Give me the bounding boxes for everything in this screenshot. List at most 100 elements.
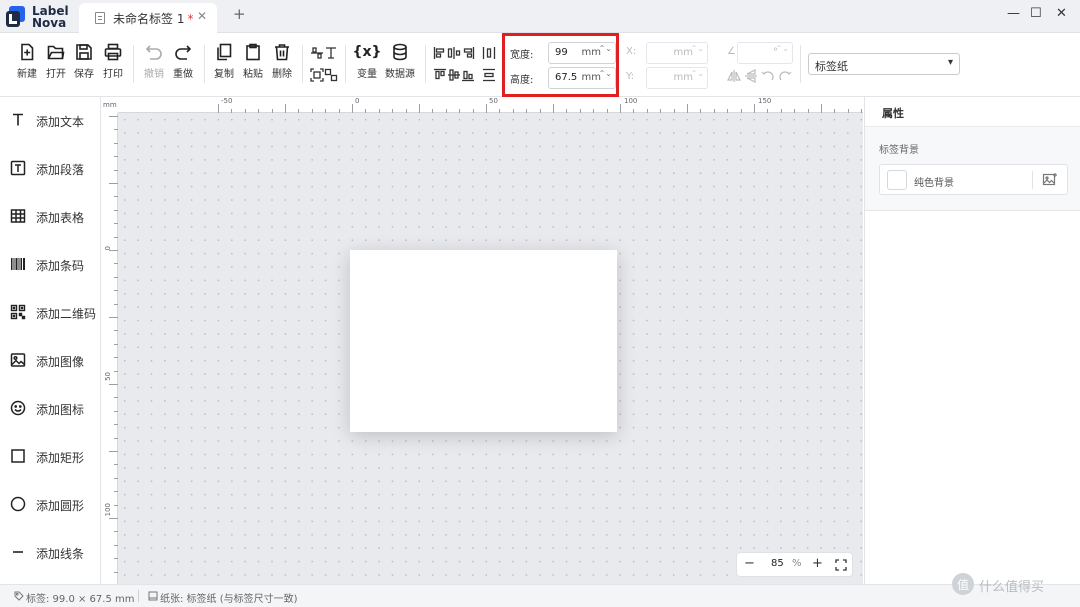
height-value: 67.5 <box>555 72 578 83</box>
variable-icon: {x} <box>352 44 382 60</box>
width-input[interactable]: 99 mm ⌃⌄ <box>548 42 616 64</box>
sidebar-item-label: 添加段落 <box>36 163 85 177</box>
sidebar-item-label: 添加二维码 <box>36 307 97 321</box>
background-field[interactable]: 纯色背景 <box>879 164 1068 195</box>
ungroup-icon[interactable] <box>324 68 338 82</box>
line-icon <box>13 551 23 553</box>
align-top-icon[interactable] <box>433 68 447 82</box>
redo-button[interactable]: 重做 <box>167 43 199 93</box>
sidebar-item-add-table[interactable]: 添加表格 <box>10 205 100 227</box>
redo-icon <box>175 45 192 60</box>
sidebar-item-label: 添加图像 <box>36 355 85 369</box>
distribute-h-icon[interactable] <box>482 46 496 60</box>
save-button[interactable]: 保存 <box>68 43 100 93</box>
toolbar-divider <box>302 45 303 83</box>
watermark: 什么值得买 <box>952 573 1080 597</box>
distribute-v-icon[interactable] <box>482 68 496 82</box>
rotate-right-icon[interactable] <box>778 69 792 83</box>
align-center-h-icon[interactable] <box>447 46 461 60</box>
chevron-down-icon: ▾ <box>947 57 953 68</box>
align-left-icon[interactable] <box>433 46 447 60</box>
ruler-tick <box>740 109 742 113</box>
ruler-tick <box>114 343 118 345</box>
ruler-tick <box>526 109 528 113</box>
print-button[interactable]: 打印 <box>97 43 129 93</box>
sidebar-item-add-text[interactable]: 添加文本 <box>10 109 100 131</box>
variable-button[interactable]: {x} 变量 <box>351 43 383 93</box>
height-spinner-icon[interactable]: ⌃⌄ <box>599 70 612 78</box>
align-text-icon[interactable] <box>324 46 338 60</box>
delete-button[interactable]: 删除 <box>266 43 298 93</box>
angle-field-row: ∠ ° ⌃⌄ <box>727 42 797 64</box>
horizontal-ruler: -50 0 50 100 150 <box>118 97 863 113</box>
align-middle-icon[interactable] <box>447 68 461 82</box>
sidebar-item-add-image[interactable]: 添加图像 <box>10 349 100 371</box>
sidebar-item-add-circle[interactable]: 添加圆形 <box>10 493 100 515</box>
zoom-out-button[interactable]: − <box>744 556 755 571</box>
angle-spinner-icon[interactable]: ⌃⌄ <box>776 45 789 53</box>
flip-vertical-icon[interactable] <box>744 69 758 83</box>
undo-button[interactable]: 撤销 <box>138 43 170 93</box>
x-spinner-icon[interactable]: ⌃⌄ <box>691 45 704 53</box>
zoom-value[interactable]: 85 <box>771 558 784 569</box>
sidebar-item-add-rectangle[interactable]: 添加矩形 <box>10 445 100 467</box>
y-label: Y: <box>626 71 635 82</box>
new-label: 新建 <box>17 69 37 80</box>
sidebar-item-add-barcode[interactable]: 添加条码 <box>10 253 100 275</box>
rotate-left-icon[interactable] <box>761 69 775 83</box>
zoom-in-button[interactable]: + <box>812 556 823 571</box>
width-spinner-icon[interactable]: ⌃⌄ <box>599 45 612 53</box>
tab-close-icon[interactable]: ✕ <box>197 9 207 23</box>
ruler-tick <box>109 183 118 184</box>
sidebar-item-add-icon[interactable]: 添加图标 <box>10 397 100 419</box>
paper-status: 纸张: 标签纸 (与标签尺寸一致) <box>160 594 298 605</box>
sidebar-item-label: 添加图标 <box>36 403 85 417</box>
fit-screen-icon[interactable] <box>835 559 847 571</box>
document-tab[interactable]: 未命名标签 1 * ✕ <box>79 3 217 33</box>
ruler-tick <box>539 109 541 113</box>
y-spinner-icon[interactable]: ⌃⌄ <box>691 70 704 78</box>
ruler-tick <box>646 109 648 113</box>
paste-label: 粘贴 <box>243 69 263 80</box>
circle-icon <box>10 496 26 512</box>
label-paper[interactable] <box>350 250 617 432</box>
sidebar-item-add-qrcode[interactable]: 添加二维码 <box>10 301 100 323</box>
image-add-icon[interactable] <box>1042 172 1058 188</box>
sidebar-item-add-line[interactable]: 添加线条 <box>10 541 100 563</box>
height-input[interactable]: 67.5 mm ⌃⌄ <box>548 67 616 89</box>
label-background-section: 标签背景 纯色背景 <box>865 127 1080 211</box>
toolbar-divider <box>425 45 426 83</box>
new-button[interactable]: 新建 <box>11 43 43 93</box>
ruler-tick <box>472 109 474 113</box>
close-window-button[interactable]: ✕ <box>1056 6 1067 21</box>
datasource-button[interactable]: 数据源 <box>383 43 417 93</box>
copy-label: 复制 <box>214 69 234 80</box>
copy-icon <box>217 43 232 61</box>
sidebar-item-add-paragraph[interactable]: 添加段落 <box>10 157 100 179</box>
copy-button[interactable]: 复制 <box>208 43 240 93</box>
properties-title: 属性 <box>882 107 904 120</box>
delete-label: 删除 <box>272 69 292 80</box>
ruler-tick <box>419 104 420 113</box>
angle-input[interactable]: ° ⌃⌄ <box>737 42 793 64</box>
ruler-tick <box>794 109 796 113</box>
minimize-button[interactable]: — <box>1007 6 1020 21</box>
new-tab-button[interactable]: + <box>233 5 246 23</box>
design-canvas[interactable]: -50 0 50 100 150 0 50 100 mm − 85 % + <box>102 97 863 584</box>
maximize-button[interactable]: ☐ <box>1030 6 1042 21</box>
qrcode-icon <box>10 304 26 320</box>
ruler-tick <box>713 109 715 113</box>
vertical-ruler: 0 50 100 <box>102 113 118 584</box>
group-icon[interactable] <box>310 68 324 82</box>
flip-horizontal-icon[interactable] <box>727 69 741 83</box>
paper-select[interactable]: 标签纸 ▾ <box>808 53 960 75</box>
align-top-distribute-icon[interactable] <box>310 46 324 60</box>
color-swatch[interactable] <box>887 170 907 190</box>
paragraph-icon <box>10 160 26 176</box>
x-input[interactable]: mm ⌃⌄ <box>646 42 708 64</box>
ruler-tick <box>727 109 729 113</box>
paste-button[interactable]: 粘贴 <box>237 43 269 93</box>
align-bottom-icon[interactable] <box>461 68 475 82</box>
align-right-icon[interactable] <box>461 46 475 60</box>
y-input[interactable]: mm ⌃⌄ <box>646 67 708 89</box>
